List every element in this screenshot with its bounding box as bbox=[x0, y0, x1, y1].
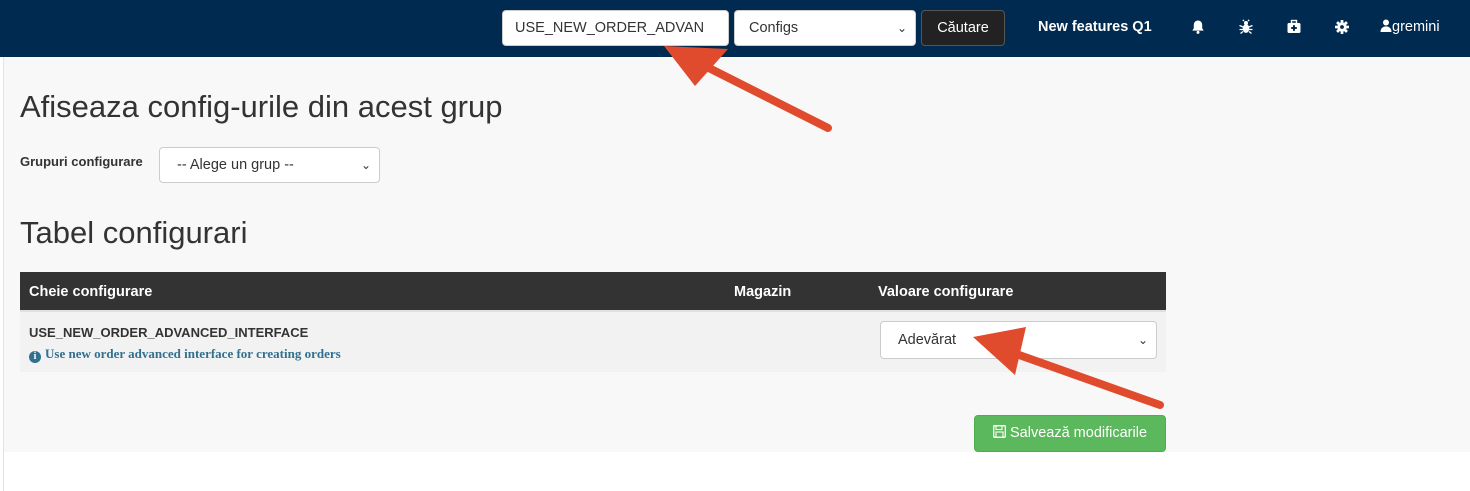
info-icon: i bbox=[29, 351, 41, 363]
groups-title: Afiseaza config-urile din acest grup bbox=[20, 89, 503, 124]
groups-select-value: -- Alege un grup -- bbox=[177, 157, 294, 173]
config-value: Adevărat bbox=[898, 332, 957, 348]
search-type-value: Configs bbox=[749, 20, 799, 36]
chevron-down-icon: ⌄ bbox=[1137, 333, 1148, 347]
table-row: USE_NEW_ORDER_ADVANCED_INTERFACE i Use ne… bbox=[20, 310, 1166, 372]
search-button[interactable]: Căutare bbox=[921, 10, 1005, 46]
user-menu[interactable]: gremini bbox=[1380, 19, 1440, 35]
bug-icon[interactable] bbox=[1238, 19, 1254, 35]
save-button-label: Salvează modificarile bbox=[1010, 425, 1148, 441]
config-description-text: Use new order advanced interface for cre… bbox=[45, 346, 341, 361]
bell-icon[interactable] bbox=[1190, 19, 1206, 35]
table-header: Cheie configurare Magazin Valoare config… bbox=[20, 272, 1166, 310]
left-border bbox=[3, 57, 4, 491]
search-input[interactable]: USE_NEW_ORDER_ADVAN bbox=[502, 10, 729, 46]
config-description: i Use new order advanced interface for cr… bbox=[29, 346, 341, 363]
new-features-link[interactable]: New features Q1 bbox=[1038, 19, 1152, 35]
username-label: gremini bbox=[1392, 19, 1440, 35]
floppy-disk-icon bbox=[993, 425, 1006, 438]
groups-label: Grupuri configurare bbox=[20, 154, 143, 169]
medkit-icon[interactable] bbox=[1286, 19, 1302, 35]
chevron-down-icon: ⌄ bbox=[360, 158, 371, 172]
chevron-down-icon: ⌄ bbox=[896, 21, 907, 35]
save-button[interactable]: Salvează modificarile bbox=[974, 415, 1166, 452]
search-type-select[interactable]: Configs ⌄ bbox=[734, 10, 916, 46]
column-header-key: Cheie configurare bbox=[29, 284, 153, 300]
config-key: USE_NEW_ORDER_ADVANCED_INTERFACE bbox=[29, 325, 309, 340]
column-header-value: Valoare configurare bbox=[878, 284, 1014, 300]
column-header-store: Magazin bbox=[734, 284, 792, 300]
user-icon bbox=[1380, 19, 1392, 32]
config-value-select[interactable]: Adevărat ⌄ bbox=[880, 321, 1157, 359]
top-navbar: USE_NEW_ORDER_ADVAN Configs ⌄ Căutare Ne… bbox=[0, 0, 1470, 57]
gear-icon[interactable] bbox=[1334, 19, 1350, 35]
table-title: Tabel configurari bbox=[20, 215, 248, 250]
groups-select[interactable]: -- Alege un grup -- ⌄ bbox=[159, 147, 380, 183]
